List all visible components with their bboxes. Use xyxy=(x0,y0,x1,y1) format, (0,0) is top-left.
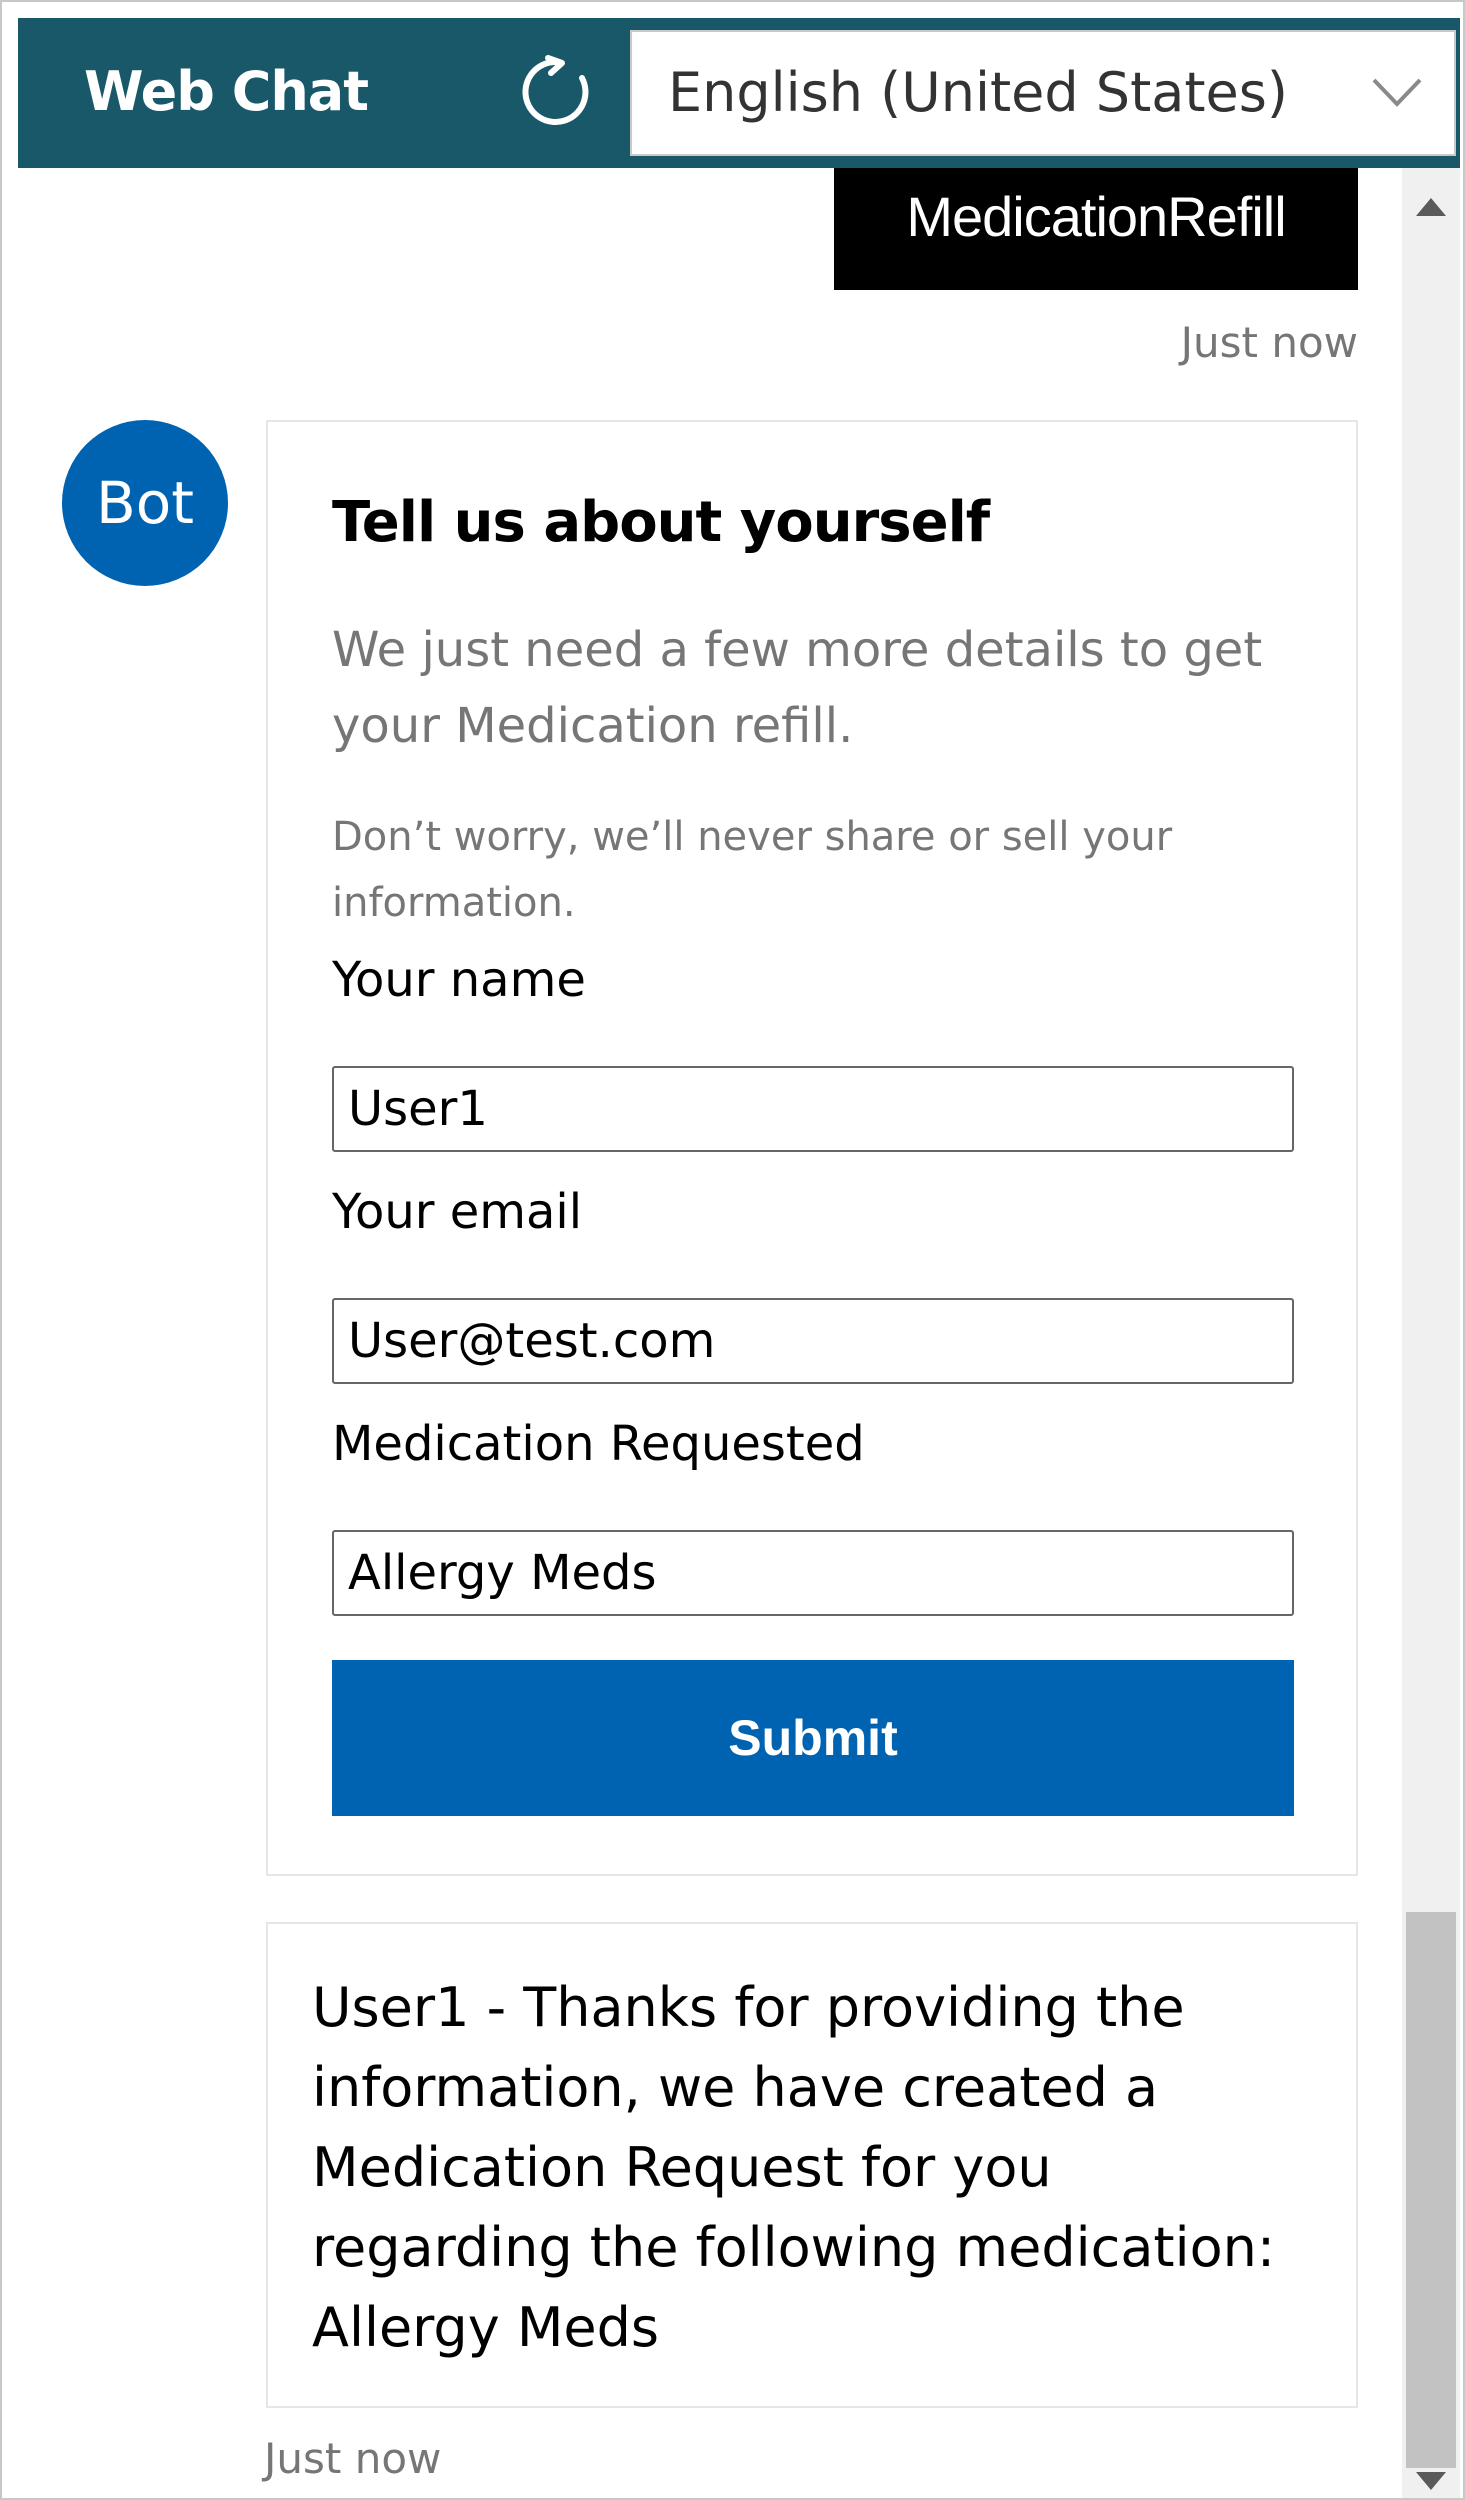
chat-title: Web Chat xyxy=(84,60,369,123)
medication-input[interactable] xyxy=(332,1530,1294,1616)
email-label: Your email xyxy=(332,1184,583,1240)
chevron-down-icon xyxy=(1370,74,1424,110)
card-privacy-note: Don’t worry, we’ll never share or sell y… xyxy=(332,814,1173,926)
email-input[interactable] xyxy=(332,1298,1294,1384)
card-title: Tell us about yourself xyxy=(332,490,990,555)
chat-header: Web Chat English (United States) xyxy=(18,18,1460,168)
bot-message-timestamp: Just now xyxy=(264,2434,442,2483)
name-label: Your name xyxy=(332,952,586,1008)
submit-button[interactable]: Submit xyxy=(332,1660,1294,1816)
scroll-up-arrow-icon[interactable] xyxy=(1416,198,1446,216)
language-selected: English (United States) xyxy=(668,61,1288,124)
bot-message-bubble: User1 - Thanks for providing the informa… xyxy=(266,1922,1358,2408)
adaptive-card-form: Tell us about yourself We just need a fe… xyxy=(266,420,1358,1876)
scroll-down-arrow-icon[interactable] xyxy=(1416,2472,1446,2490)
card-subtitle: We just need a few more details to get y… xyxy=(332,622,1263,754)
transcript-scrollbar[interactable] xyxy=(1402,168,1460,2498)
name-input[interactable] xyxy=(332,1066,1294,1152)
chat-transcript: MedicationRefill Just now Bot Tell us ab… xyxy=(18,168,1402,2498)
bot-message-text: User1 - Thanks for providing the informa… xyxy=(312,1976,1276,2359)
scrollbar-thumb[interactable] xyxy=(1406,1912,1456,2468)
language-select[interactable]: English (United States) xyxy=(630,30,1456,156)
refresh-icon[interactable] xyxy=(518,54,594,130)
medication-label: Medication Requested xyxy=(332,1416,865,1472)
bot-avatar: Bot xyxy=(62,420,228,586)
user-message-bubble: MedicationRefill xyxy=(834,168,1358,290)
webchat-window: Web Chat English (United States) Medicat… xyxy=(0,0,1465,2500)
user-message-timestamp: Just now xyxy=(1180,318,1358,367)
